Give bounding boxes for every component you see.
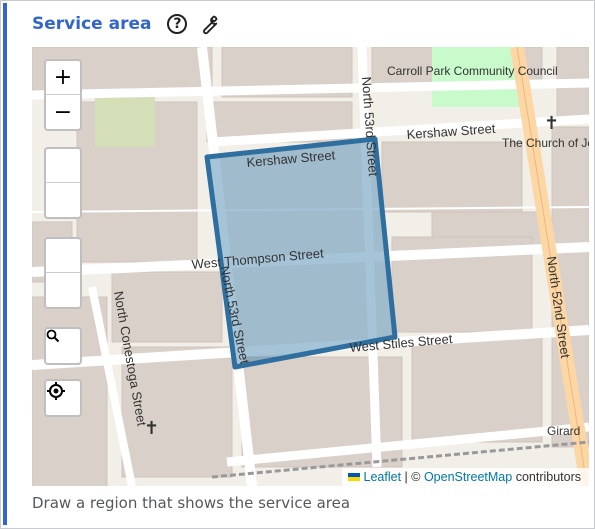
map-tiles: ✝ ✝ Kershaw Street Kershaw Street West T… bbox=[32, 47, 589, 486]
attribution-separator: | © bbox=[404, 470, 421, 484]
help-text: Draw a region that shows the service are… bbox=[32, 494, 351, 512]
openstreetmap-link[interactable]: OpenStreetMap bbox=[424, 470, 512, 484]
church-icon-right: ✝ bbox=[544, 113, 559, 133]
draw-tool-button-1[interactable] bbox=[46, 149, 80, 183]
edit-tool-button-1[interactable] bbox=[46, 239, 80, 273]
question-circle-icon[interactable]: ? bbox=[167, 14, 188, 34]
church-label: The Church of Jesus Christ of Philadelph… bbox=[502, 136, 589, 150]
map-view[interactable]: ✝ ✝ Kershaw Street Kershaw Street West T… bbox=[32, 47, 589, 486]
zoom-controls: + − bbox=[44, 59, 82, 131]
search-icon[interactable] bbox=[46, 329, 80, 363]
draw-tool-button-2[interactable] bbox=[46, 183, 80, 217]
search-control bbox=[44, 327, 82, 365]
zoom-in-button[interactable]: + bbox=[46, 61, 80, 95]
draw-toolbar-1 bbox=[44, 147, 82, 219]
leaflet-link[interactable]: Leaflet bbox=[364, 470, 402, 484]
map-attribution: Leaflet | © OpenStreetMap contributors bbox=[341, 468, 589, 486]
attribution-contributors: contributors bbox=[515, 470, 581, 484]
panel-title: Service area bbox=[32, 14, 152, 34]
locate-control bbox=[44, 379, 82, 417]
girard-label: Girard bbox=[547, 424, 580, 438]
park-label: Carroll Park Community Council bbox=[387, 64, 558, 78]
locate-icon[interactable] bbox=[46, 381, 80, 415]
wrench-icon[interactable] bbox=[197, 12, 221, 36]
draw-toolbar-2 bbox=[44, 237, 82, 309]
panel-header: Service area ? bbox=[32, 10, 221, 38]
zoom-out-button[interactable]: − bbox=[46, 95, 80, 129]
lot-green bbox=[95, 95, 155, 147]
ukraine-flag-icon bbox=[347, 473, 360, 481]
edit-tool-button-2[interactable] bbox=[46, 273, 80, 307]
accent-bar bbox=[3, 3, 7, 525]
